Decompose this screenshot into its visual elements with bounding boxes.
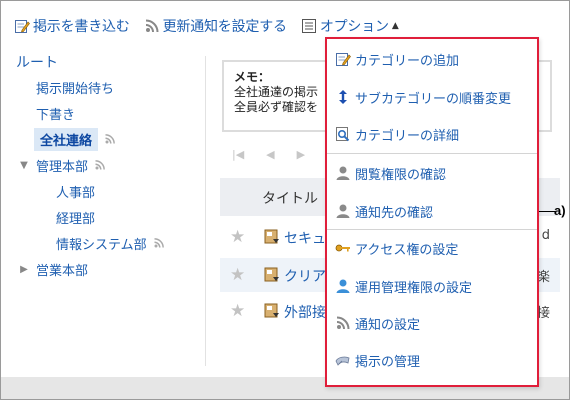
toolbar: 掲示を書き込む 更新通知を設定する オプション ▲ bbox=[14, 14, 399, 38]
rss-icon bbox=[335, 315, 351, 331]
expand-right-icon[interactable]: ▶ bbox=[18, 264, 30, 275]
caret-up-icon: ▲ bbox=[391, 21, 399, 31]
menu-item-label: 閲覧権限の確認 bbox=[355, 167, 447, 183]
menu-item-label: 掲示の管理 bbox=[355, 354, 421, 370]
rss-icon bbox=[144, 18, 160, 34]
star-icon[interactable]: ★ bbox=[230, 265, 245, 285]
menu-item-admin-permissions[interactable]: 運用管理権限の設定 bbox=[335, 271, 529, 301]
prev-page-icon[interactable]: ◀ bbox=[266, 148, 274, 161]
row-title[interactable]: 外部接 bbox=[284, 302, 326, 322]
menu-item-add-category[interactable]: カテゴリーの追加 bbox=[335, 44, 529, 74]
tree-item-company-notice[interactable]: 全社連絡 bbox=[16, 126, 196, 152]
category-tree: ルート 掲示開始待ち 下書き 全社連絡 ▼ 管理本部 人事部 経理部 情報システ… bbox=[16, 52, 196, 282]
menu-item-category-details[interactable]: カテゴリーの詳細 bbox=[335, 119, 529, 149]
callout-label: a) bbox=[554, 203, 566, 218]
tree-item-label: 全社連絡 bbox=[34, 127, 99, 151]
rss-icon bbox=[153, 237, 165, 249]
row-edge-text: d bbox=[541, 228, 550, 243]
tree-item-label: 管理本部 bbox=[36, 159, 89, 175]
manage-posts-icon bbox=[335, 352, 351, 368]
menu-separator bbox=[327, 153, 537, 154]
menu-item-label: サブカテゴリーの順番変更 bbox=[355, 91, 512, 107]
row-title[interactable]: セキュ bbox=[284, 228, 326, 248]
options-label: オプション bbox=[319, 19, 389, 35]
admin-user-icon bbox=[335, 278, 351, 294]
tree-item-pending[interactable]: 掲示開始待ち bbox=[16, 74, 196, 100]
expand-down-icon[interactable]: ▼ bbox=[18, 160, 30, 171]
menu-item-label: カテゴリーの追加 bbox=[355, 53, 460, 69]
row-title[interactable]: クリア bbox=[284, 266, 326, 286]
edit-icon bbox=[335, 51, 351, 67]
pager: |◀ ◀ ▶ bbox=[232, 148, 305, 161]
post-icon bbox=[264, 229, 280, 249]
tree-item-sales-hq[interactable]: ▶ 営業本部 bbox=[16, 256, 196, 282]
menu-separator bbox=[327, 229, 537, 230]
menu-item-view-permissions[interactable]: 閲覧権限の確認 bbox=[335, 158, 529, 188]
up-down-arrow-icon bbox=[335, 89, 351, 105]
callout-leader-line bbox=[539, 211, 555, 212]
tree-item-admin-hq[interactable]: ▼ 管理本部 bbox=[16, 152, 196, 178]
first-page-icon[interactable]: |◀ bbox=[232, 148, 244, 161]
key-icon bbox=[335, 240, 351, 256]
column-header-title[interactable]: タイトル bbox=[262, 188, 318, 208]
menu-item-label: 通知の設定 bbox=[355, 317, 421, 333]
star-icon[interactable]: ★ bbox=[230, 301, 245, 321]
post-button-label: 掲示を書き込む bbox=[33, 19, 130, 35]
tree-item-hr[interactable]: 人事部 bbox=[16, 178, 196, 204]
menu-item-label: アクセス権の設定 bbox=[355, 242, 459, 258]
write-icon bbox=[14, 18, 30, 34]
tree-item-label: 営業本部 bbox=[36, 263, 89, 279]
tree-item-label: 人事部 bbox=[56, 185, 96, 201]
star-icon[interactable]: ★ bbox=[230, 227, 245, 247]
menu-item-manage-posts[interactable]: 掲示の管理 bbox=[335, 345, 529, 375]
user-icon bbox=[335, 165, 351, 181]
rss-icon bbox=[94, 159, 106, 171]
tree-item-accounting[interactable]: 経理部 bbox=[16, 204, 196, 230]
post-button[interactable]: 掲示を書き込む bbox=[14, 16, 130, 36]
menu-item-label: 運用管理権限の設定 bbox=[355, 280, 473, 296]
tree-item-label: 下書き bbox=[36, 107, 76, 123]
pane-divider bbox=[205, 56, 206, 366]
list-icon bbox=[301, 18, 317, 34]
menu-item-label: 通知先の確認 bbox=[355, 205, 434, 221]
notify-settings-button[interactable]: 更新通知を設定する bbox=[144, 16, 287, 36]
post-icon bbox=[264, 303, 280, 323]
tree-item-label: 掲示開始待ち bbox=[36, 81, 115, 97]
notify-settings-label: 更新通知を設定する bbox=[162, 19, 287, 35]
rss-icon bbox=[104, 133, 116, 145]
magnifier-document-icon bbox=[335, 126, 351, 142]
menu-item-label: カテゴリーの詳細 bbox=[355, 128, 460, 144]
post-icon bbox=[264, 267, 280, 287]
next-page-icon[interactable]: ▶ bbox=[297, 148, 305, 161]
user-icon bbox=[335, 203, 351, 219]
menu-item-notification-recipients[interactable]: 通知先の確認 bbox=[335, 196, 529, 226]
tree-item-drafts[interactable]: 下書き bbox=[16, 100, 196, 126]
tree-item-label: 経理部 bbox=[56, 211, 96, 227]
options-menu-button[interactable]: オプション ▲ bbox=[301, 16, 399, 36]
tree-root[interactable]: ルート bbox=[16, 52, 196, 74]
tree-item-label: 情報システム部 bbox=[56, 237, 147, 253]
menu-item-access-settings[interactable]: アクセス権の設定 bbox=[335, 233, 529, 263]
menu-item-notification-settings[interactable]: 通知の設定 bbox=[335, 308, 529, 338]
tree-item-it[interactable]: 情報システム部 bbox=[16, 230, 196, 256]
menu-item-reorder-subcategories[interactable]: サブカテゴリーの順番変更 bbox=[335, 82, 529, 112]
options-dropdown: カテゴリーの追加 サブカテゴリーの順番変更 カテゴリーの詳細 閲覧権限の確認 通… bbox=[325, 37, 539, 387]
